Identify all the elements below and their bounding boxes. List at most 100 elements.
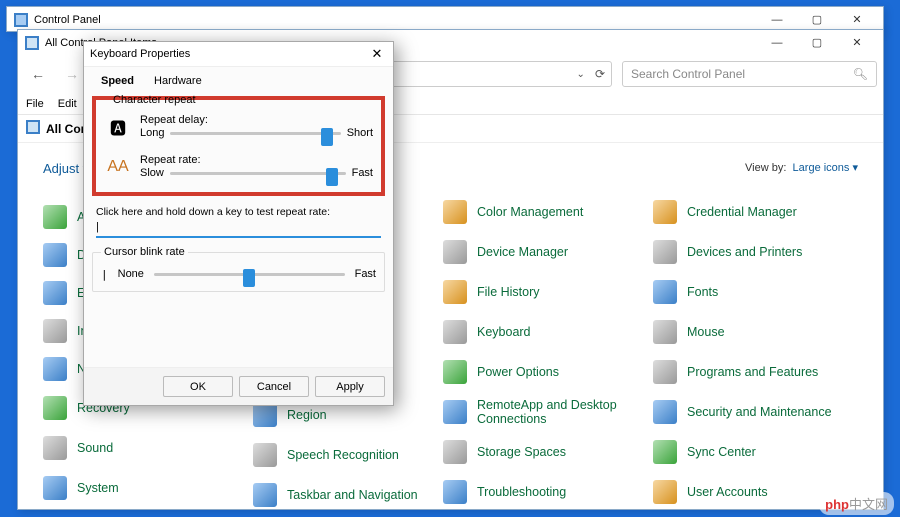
repeat-rate-label: Repeat rate: bbox=[140, 154, 373, 166]
forward-button[interactable]: → bbox=[58, 60, 86, 88]
cpl-item[interactable]: Sync Center bbox=[653, 438, 853, 466]
cpl-label: RemoteApp and Desktop Connections bbox=[477, 398, 643, 426]
cpl-icon bbox=[443, 240, 467, 264]
cpl-label: User Accounts bbox=[687, 485, 768, 499]
cpl-icon bbox=[653, 280, 677, 304]
ok-button[interactable]: OK bbox=[163, 376, 233, 397]
view-by-select[interactable]: Large icons ▾ bbox=[793, 162, 858, 174]
close-button[interactable]: ✕ bbox=[837, 9, 877, 31]
cpl-item[interactable]: Keyboard bbox=[443, 318, 643, 346]
cpl-icon bbox=[43, 357, 67, 381]
cpl-icon bbox=[43, 436, 67, 460]
cpl-icon bbox=[653, 440, 677, 464]
watermark: php中文网 bbox=[819, 492, 894, 515]
cpl-icon bbox=[653, 480, 677, 504]
cpl-label: Power Options bbox=[477, 365, 559, 379]
cpl-icon bbox=[43, 205, 67, 229]
cpl-grid: Color Management Credential Manager Device… bbox=[443, 198, 858, 506]
cpl-item[interactable]: Color Management bbox=[443, 198, 643, 226]
maximize-button[interactable]: ▢ bbox=[797, 32, 837, 54]
cpl-item[interactable]: Credential Manager bbox=[653, 198, 853, 226]
cpl-item[interactable]: File History bbox=[443, 278, 643, 306]
cpl-icon bbox=[253, 443, 277, 467]
minimize-button[interactable]: — bbox=[757, 9, 797, 31]
search-input[interactable]: Search Control Panel 🔍︎ bbox=[622, 61, 877, 87]
test-group: Click here and hold down a key to test r… bbox=[92, 206, 385, 238]
cursor-blink-slider[interactable] bbox=[154, 267, 345, 281]
view-by: View by: Large icons ▾ bbox=[745, 161, 858, 174]
cpl-label: Sound bbox=[77, 441, 113, 455]
highlight-box: Character repeat 🅰 Repeat delay: Long Sh… bbox=[92, 96, 385, 196]
cpl-label: Credential Manager bbox=[687, 205, 797, 219]
dialog-titlebar[interactable]: Keyboard Properties ✕ bbox=[84, 42, 393, 67]
cpl-icon bbox=[443, 320, 467, 344]
repeat-rate-slider[interactable] bbox=[170, 166, 346, 180]
cpl-label: Security and Maintenance bbox=[687, 405, 832, 419]
cpl-icon bbox=[253, 403, 277, 427]
cpl-label: Sync Center bbox=[687, 445, 756, 459]
cpl-item[interactable]: System bbox=[43, 474, 253, 502]
cpl-item[interactable]: Storage Spaces bbox=[443, 438, 643, 466]
minimize-button[interactable]: — bbox=[757, 32, 797, 54]
cpl-label: Speech Recognition bbox=[287, 448, 399, 462]
cpl-label: Region bbox=[287, 408, 327, 422]
close-button[interactable]: ✕ bbox=[837, 32, 877, 54]
cpl-item[interactable]: RemoteApp and Desktop Connections bbox=[443, 398, 643, 426]
char-repeat-legend: Character repeat bbox=[110, 94, 199, 106]
cpl-icon bbox=[43, 281, 67, 305]
cpl-icon bbox=[443, 400, 467, 424]
cpl-label: Fonts bbox=[687, 285, 718, 299]
tab-hardware[interactable]: Hardware bbox=[145, 71, 211, 91]
cpl-label: System bbox=[77, 481, 119, 495]
cpl-icon bbox=[653, 240, 677, 264]
cpl-icon bbox=[443, 200, 467, 224]
repeat-rate-row: AA Repeat rate: Slow Fast bbox=[104, 154, 373, 180]
outer-title: Control Panel bbox=[34, 14, 101, 26]
cpl-item[interactable]: Troubleshooting bbox=[443, 478, 643, 506]
tab-body: Character repeat 🅰 Repeat delay: Long Sh… bbox=[84, 91, 393, 367]
dialog-title: Keyboard Properties bbox=[90, 48, 190, 60]
cpl-label: Keyboard bbox=[477, 325, 531, 339]
keyboard-properties-dialog: Keyboard Properties ✕ Speed Hardware Cha… bbox=[83, 41, 394, 406]
menu-edit[interactable]: Edit bbox=[58, 98, 77, 110]
cpl-item[interactable]: Security and Maintenance bbox=[653, 398, 853, 426]
tab-speed[interactable]: Speed bbox=[92, 71, 143, 91]
cpl-label: Color Management bbox=[477, 205, 583, 219]
cpl-item[interactable]: Mouse bbox=[653, 318, 853, 346]
cpl-label: Programs and Features bbox=[687, 365, 818, 379]
close-button[interactable]: ✕ bbox=[367, 46, 387, 62]
control-panel-icon bbox=[26, 120, 40, 137]
cpl-icon bbox=[253, 483, 277, 507]
repeat-delay-row: 🅰 Repeat delay: Long Short bbox=[104, 114, 373, 140]
cpl-icon bbox=[43, 319, 67, 343]
cpl-label: Troubleshooting bbox=[477, 485, 566, 499]
cpl-label: Storage Spaces bbox=[477, 445, 566, 459]
cpl-item[interactable]: Speech Recognition bbox=[253, 441, 443, 469]
cpl-icon bbox=[43, 243, 67, 267]
dialog-tabs: Speed Hardware bbox=[84, 67, 393, 91]
repeat-delay-label: Repeat delay: bbox=[140, 114, 373, 126]
cpl-item[interactable]: Fonts bbox=[653, 278, 853, 306]
cancel-button[interactable]: Cancel bbox=[239, 376, 309, 397]
control-panel-items-icon bbox=[24, 35, 40, 51]
cpl-item[interactable]: Devices and Printers bbox=[653, 238, 853, 266]
back-button[interactable]: ← bbox=[24, 60, 52, 88]
apply-button[interactable]: Apply bbox=[315, 376, 385, 397]
test-label: Click here and hold down a key to test r… bbox=[96, 206, 381, 218]
search-icon[interactable]: 🔍︎ bbox=[853, 67, 868, 81]
test-input[interactable] bbox=[96, 218, 381, 238]
cpl-item[interactable]: Device Manager bbox=[443, 238, 643, 266]
cpl-item[interactable]: Taskbar and Navigation bbox=[253, 481, 443, 509]
menu-file[interactable]: File bbox=[26, 98, 44, 110]
cpl-item[interactable]: Power Options bbox=[443, 358, 643, 386]
outer-window-controls: — ▢ ✕ bbox=[757, 9, 877, 31]
chevron-down-icon[interactable]: ⌄ bbox=[577, 69, 585, 80]
cpl-icon bbox=[443, 360, 467, 384]
cpl-item[interactable]: Programs and Features bbox=[653, 358, 853, 386]
repeat-delay-slider[interactable] bbox=[170, 126, 340, 140]
maximize-button[interactable]: ▢ bbox=[797, 9, 837, 31]
cursor-blink-legend: Cursor blink rate bbox=[101, 246, 188, 258]
cpl-icon bbox=[653, 320, 677, 344]
refresh-icon[interactable]: ⟳ bbox=[595, 67, 605, 81]
cpl-item[interactable]: Sound bbox=[43, 434, 253, 462]
